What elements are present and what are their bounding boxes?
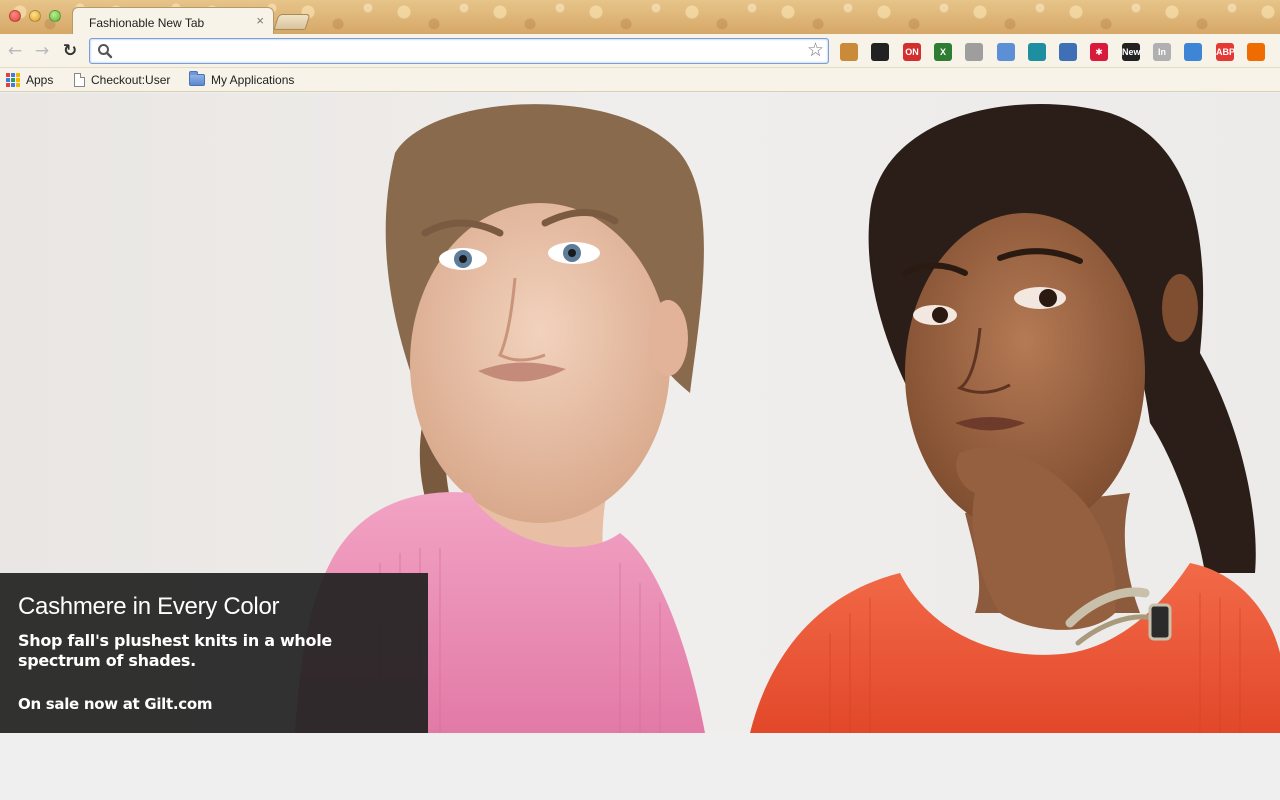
download-circle-icon[interactable] <box>965 43 983 61</box>
reload-icon[interactable]: ↻ <box>61 42 79 60</box>
teal-wave-icon[interactable] <box>1028 43 1046 61</box>
adblock-plus-label: ABP <box>1216 47 1236 57</box>
bookmarks-bar: Apps Checkout:User My Applications <box>0 68 1280 92</box>
bookmark-checkout-label: Checkout:User <box>91 73 171 87</box>
adblock-plus-icon[interactable]: ABP <box>1216 43 1236 61</box>
page-icon <box>74 73 85 87</box>
adblock-on-icon[interactable]: ON <box>903 43 921 61</box>
bookmark-apps[interactable]: Apps <box>6 72 53 88</box>
promo-caption-panel[interactable]: Cashmere in Every Color Shop fall's plus… <box>0 573 428 733</box>
bookmark-my-applications-label: My Applications <box>211 73 295 87</box>
bookmark-folder-my-applications[interactable]: My Applications <box>189 71 295 88</box>
linkedin-grey-label: In <box>1158 47 1166 57</box>
promo-title: Cashmere in Every Color <box>18 593 280 620</box>
promo-subtitle: Shop fall's plushest knits in a whole sp… <box>18 631 332 670</box>
wooden-sign-icon[interactable] <box>840 43 858 61</box>
new-tab-button[interactable] <box>273 14 311 30</box>
adblock-on-label: ON <box>905 47 919 57</box>
bookmark-star-icon[interactable]: ☆ <box>807 41 824 61</box>
hero-image[interactable]: Cashmere in Every Color Shop fall's plus… <box>0 93 1280 733</box>
window-zoom-button[interactable] <box>49 10 61 22</box>
search-icon <box>98 44 113 59</box>
window-minimize-button[interactable] <box>29 10 41 22</box>
promo-link[interactable]: On sale now at Gilt.com <box>18 695 213 713</box>
folder-icon <box>189 71 205 86</box>
window-close-button[interactable] <box>9 10 21 22</box>
eyedropper-icon[interactable] <box>871 43 889 61</box>
window-titlebar: Fashionable New Tab × <box>0 0 1280 34</box>
omnibox[interactable]: ☆ <box>89 38 829 64</box>
red-asterisk-icon[interactable]: ✱ <box>1090 43 1108 61</box>
tab-fashionable-new-tab[interactable]: Fashionable New Tab × <box>72 7 274 34</box>
browser-toolbar: ← → ↻ ☆ ON X ✱ New In ABP <box>0 34 1280 68</box>
tab-close-icon[interactable]: × <box>256 13 264 28</box>
back-arrow-icon[interactable]: ← <box>6 42 24 60</box>
code-bracket-icon[interactable] <box>1184 43 1202 61</box>
forward-arrow-icon[interactable]: → <box>33 42 51 60</box>
flame-icon[interactable] <box>1247 43 1265 61</box>
apps-grid-icon <box>6 73 20 87</box>
excel-x-label: X <box>939 47 946 57</box>
color-wheel-new-icon[interactable]: New <box>1122 43 1141 61</box>
excel-x-icon[interactable]: X <box>934 43 952 61</box>
tab-title: Fashionable New Tab <box>89 16 205 30</box>
address-input[interactable] <box>118 42 798 60</box>
linkedin-grey-icon[interactable]: In <box>1153 43 1171 61</box>
screen-capture-icon[interactable] <box>1059 43 1077 61</box>
bookmark-apps-label: Apps <box>26 73 54 87</box>
page-content: Cashmere in Every Color Shop fall's plus… <box>0 93 1280 800</box>
color-wheel-new-label: New <box>1122 47 1141 57</box>
red-asterisk-label: ✱ <box>1095 47 1103 57</box>
folder-window-icon[interactable] <box>997 43 1015 61</box>
bookmark-checkout-user[interactable]: Checkout:User <box>74 72 170 88</box>
